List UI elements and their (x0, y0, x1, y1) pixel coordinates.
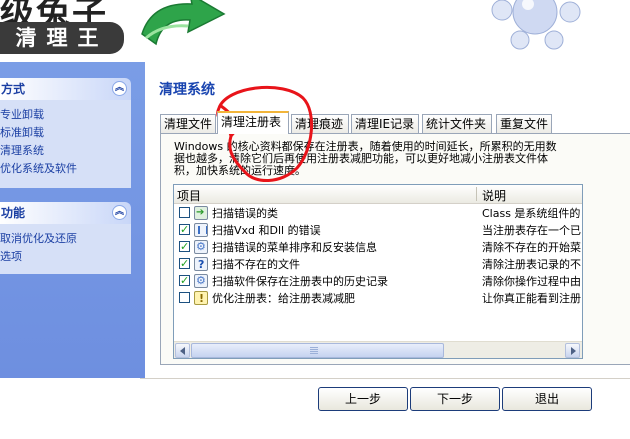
tab-clean-traces[interactable]: 清理痕迹 (291, 114, 349, 133)
tab-duplicate-files[interactable]: 重复文件 (496, 114, 552, 133)
task-link-options[interactable]: 选项 (0, 248, 131, 266)
tab-folder-stats[interactable]: 统计文件夹 (422, 114, 492, 133)
footer-divider (140, 378, 630, 379)
prev-button[interactable]: 上一步 (318, 387, 408, 411)
item-checkbox[interactable] (179, 272, 190, 289)
question-icon (194, 256, 208, 273)
panel-title: 方式 (1, 82, 26, 96)
item-label: 优化注册表：给注册表减减肥 (212, 292, 355, 305)
scroll-right-arrow-icon[interactable] (565, 343, 580, 358)
arrow-icon (194, 204, 208, 221)
description-line: 积，加快系统的运行速度。 (174, 164, 306, 177)
item-description: 让你真正能看到注册 (482, 292, 581, 305)
scrollbar-thumb[interactable] (191, 343, 444, 358)
exit-button[interactable]: 退出 (502, 387, 592, 411)
item-label: 扫描Vxd 和Dll 的错误 (212, 224, 321, 237)
collapse-chevron-icon[interactable]: ︽ (112, 81, 127, 96)
scroll-left-arrow-icon[interactable] (175, 343, 190, 358)
panel-title: 功能 (1, 206, 26, 220)
left-task-pane: 方式 ︽ 专业卸载 标准卸载 清理系统 优化系统及软件 功能 ︽ 取消优化及还原… (0, 62, 145, 378)
list-item[interactable]: 优化注册表：给注册表减减肥 让你真正能看到注册 (174, 290, 582, 307)
item-label: 扫描错误的菜单排序和反安装信息 (212, 241, 377, 254)
app-banner: 级兔子 清理王 (0, 0, 630, 60)
item-checkbox[interactable] (179, 221, 190, 238)
collapse-chevron-icon[interactable]: ︽ (112, 205, 127, 220)
task-link-optimize[interactable]: 优化系统及软件 (0, 160, 131, 178)
task-link-clean-system[interactable]: 清理系统 (0, 142, 131, 160)
item-description: 清除你操作过程中由 (482, 275, 581, 288)
next-button[interactable]: 下一步 (410, 387, 500, 411)
task-link-std-uninstall[interactable]: 标准卸载 (0, 124, 131, 142)
item-description: Class 是系统组件的 (482, 207, 581, 220)
item-checkbox[interactable] (179, 207, 190, 218)
recycle-arrow-icon (141, 0, 226, 46)
list-item[interactable]: 扫描不存在的文件 清除注册表记录的不 (174, 255, 582, 273)
task-link-pro-uninstall[interactable]: 专业卸载 (0, 106, 131, 124)
list-item[interactable]: 扫描Vxd 和Dll 的错误 当注册表存在一个已 (174, 221, 582, 239)
page-title: 清理系统 (159, 82, 215, 98)
item-checkbox[interactable] (179, 292, 190, 303)
column-header-desc[interactable]: 说明 (482, 187, 506, 204)
item-checkbox[interactable] (179, 255, 190, 272)
item-label: 扫描不存在的文件 (212, 258, 300, 271)
horizontal-scrollbar[interactable] (174, 341, 582, 358)
column-header-item[interactable]: 项目 (177, 187, 201, 204)
item-description: 当注册表存在一个已 (482, 224, 581, 237)
task-link-undo-restore[interactable]: 取消优化及还原 (0, 230, 131, 248)
column-separator[interactable] (476, 187, 477, 201)
gear-icon (194, 238, 208, 255)
warning-icon (194, 290, 208, 307)
list-item[interactable]: 扫描软件保存在注册表中的历史记录 清除你操作过程中由 (174, 272, 582, 290)
panel-header-methods[interactable]: 方式 ︽ (0, 78, 131, 100)
panel-body-functions: 取消优化及还原 选项 (0, 224, 131, 274)
gear-icon (194, 272, 208, 289)
tab-clean-registry[interactable]: 清理注册表 (217, 111, 289, 134)
item-checkbox[interactable] (179, 238, 190, 255)
item-label: 扫描错误的类 (212, 207, 278, 220)
document-icon (194, 223, 208, 237)
item-description: 清除注册表记录的不 (482, 258, 581, 271)
list-item[interactable]: 扫描错误的菜单排序和反安装信息 清除不存在的开始菜 (174, 238, 582, 256)
list-header: 项目 说明 (174, 185, 582, 204)
item-label: 扫描软件保存在注册表中的历史记录 (212, 275, 388, 288)
registry-scan-list[interactable]: 项目 说明 扫描错误的类 Class 是系统组件的 扫描Vxd 和Dll 的错误… (173, 184, 583, 359)
list-item[interactable]: 扫描错误的类 Class 是系统组件的 (174, 204, 582, 222)
panel-header-functions[interactable]: 功能 ︽ (0, 202, 131, 224)
item-description: 清除不存在的开始菜 (482, 241, 581, 254)
description-text: Windows 的核心资料都保存在注册表，随着使用的时间延长，所累积的无用数 据… (174, 141, 630, 177)
logo-plate: 清理王 (0, 22, 124, 54)
tab-clean-ie[interactable]: 清理IE记录 (351, 114, 419, 133)
molecule-logo-icon (491, 0, 581, 50)
panel-body-methods: 专业卸载 标准卸载 清理系统 优化系统及软件 (0, 100, 131, 188)
tab-clean-files[interactable]: 清理文件 (160, 114, 216, 133)
